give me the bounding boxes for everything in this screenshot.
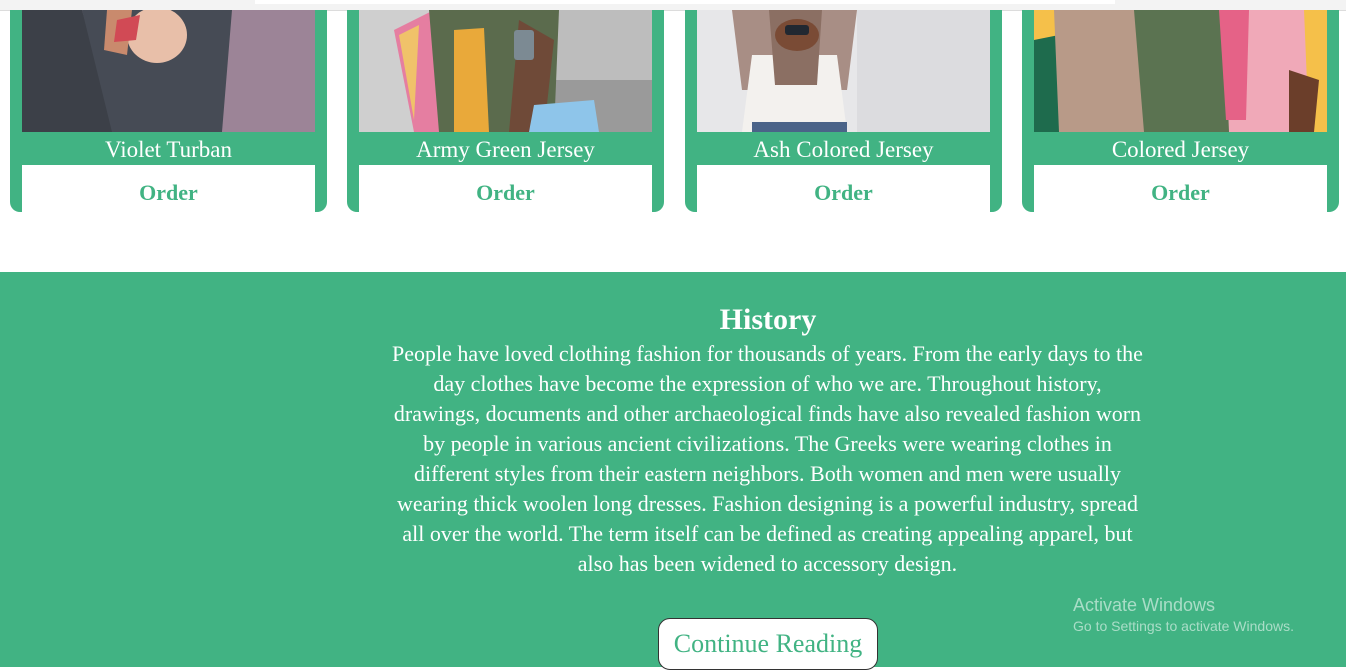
history-title: History [719,303,817,336]
watermark-title: Activate Windows [1073,595,1216,615]
product-name: Ash Colored Jersey [753,137,934,162]
product-card-colored-jersey: Colored Jersey Order [1022,10,1339,212]
history-body: People have loved clothing fashion for t… [392,341,1143,576]
activate-windows-watermark: Activate Windows Go to Settings to activ… [1073,594,1333,636]
address-strip [255,0,1115,4]
order-button[interactable]: Order [22,165,315,212]
product-card-army-green-jersey: Army Green Jersey Order [347,10,664,212]
product-name: Army Green Jersey [416,137,595,162]
product-photo-colored-jersey [1034,10,1327,132]
product-name: Colored Jersey [1111,137,1250,162]
product-card-violet-turban: Violet Turban Order [10,10,327,212]
product-card-ash-colored-jersey: Ash Colored Jersey Order [685,10,1002,212]
order-button[interactable]: Order [1034,165,1327,212]
watermark-subtitle: Go to Settings to activate Windows. [1073,618,1294,634]
product-photo-army-green-jersey [359,10,652,132]
order-button[interactable]: Order [697,165,990,212]
product-photo-ash-colored-jersey [697,10,990,132]
continue-reading-button[interactable]: Continue Reading [658,618,878,670]
product-photo-violet-turban [22,10,315,132]
product-name: Violet Turban [104,137,233,162]
product-gallery: Violet Turban Order Army Green Jersey Or… [0,10,1346,220]
order-button[interactable]: Order [359,165,652,212]
